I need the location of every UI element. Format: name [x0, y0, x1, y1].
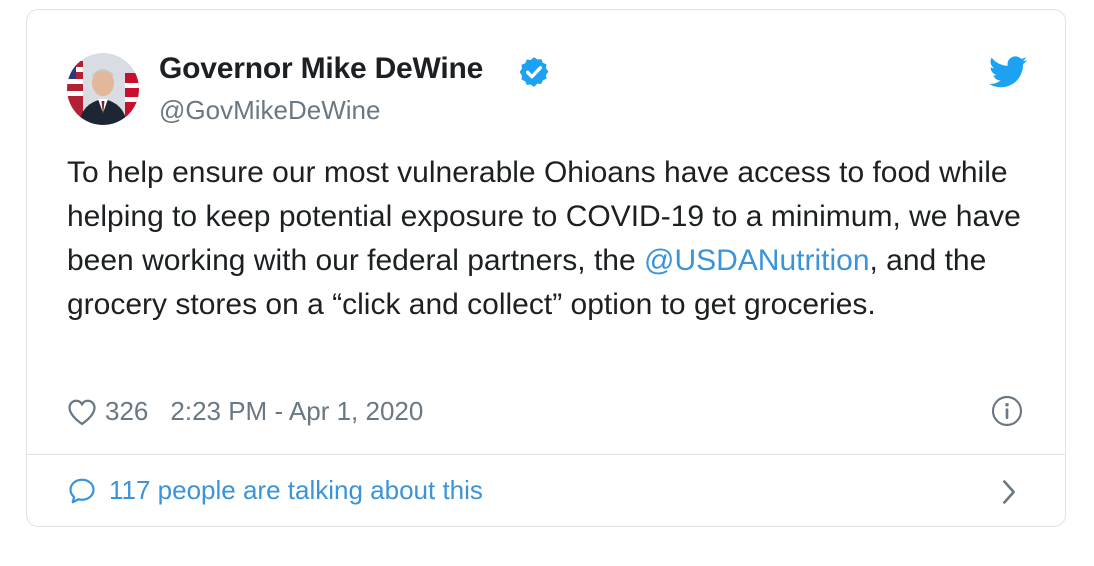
like-count[interactable]: 326 [105, 396, 148, 427]
avatar[interactable] [67, 53, 139, 125]
tweet-meta: 326 2:23 PM - Apr 1, 2020 [67, 396, 423, 427]
author-name[interactable]: Governor Mike DeWine [159, 52, 483, 86]
divider [27, 454, 1065, 455]
embedded-tweet-card: Governor Mike DeWine @GovMikeDeWine To h… [26, 9, 1066, 527]
conversation-link[interactable]: 117 people are talking about this [67, 475, 483, 506]
twitter-bird-icon[interactable] [989, 56, 1027, 88]
author-handle[interactable]: @GovMikeDeWine [159, 95, 380, 126]
info-icon[interactable] [991, 395, 1023, 427]
tweet-timestamp[interactable]: 2:23 PM - Apr 1, 2020 [170, 396, 423, 427]
chevron-right-icon[interactable] [999, 478, 1019, 506]
mention-link[interactable]: @USDANutrition [644, 244, 870, 277]
avatar-photo [67, 53, 139, 125]
heart-icon[interactable] [67, 398, 97, 426]
talking-label[interactable]: 117 people are talking about this [109, 475, 483, 506]
tweet-text: To help ensure our most vulnerable Ohioa… [67, 151, 1027, 327]
speech-bubble-icon [69, 478, 95, 503]
verified-badge-icon [519, 57, 549, 87]
